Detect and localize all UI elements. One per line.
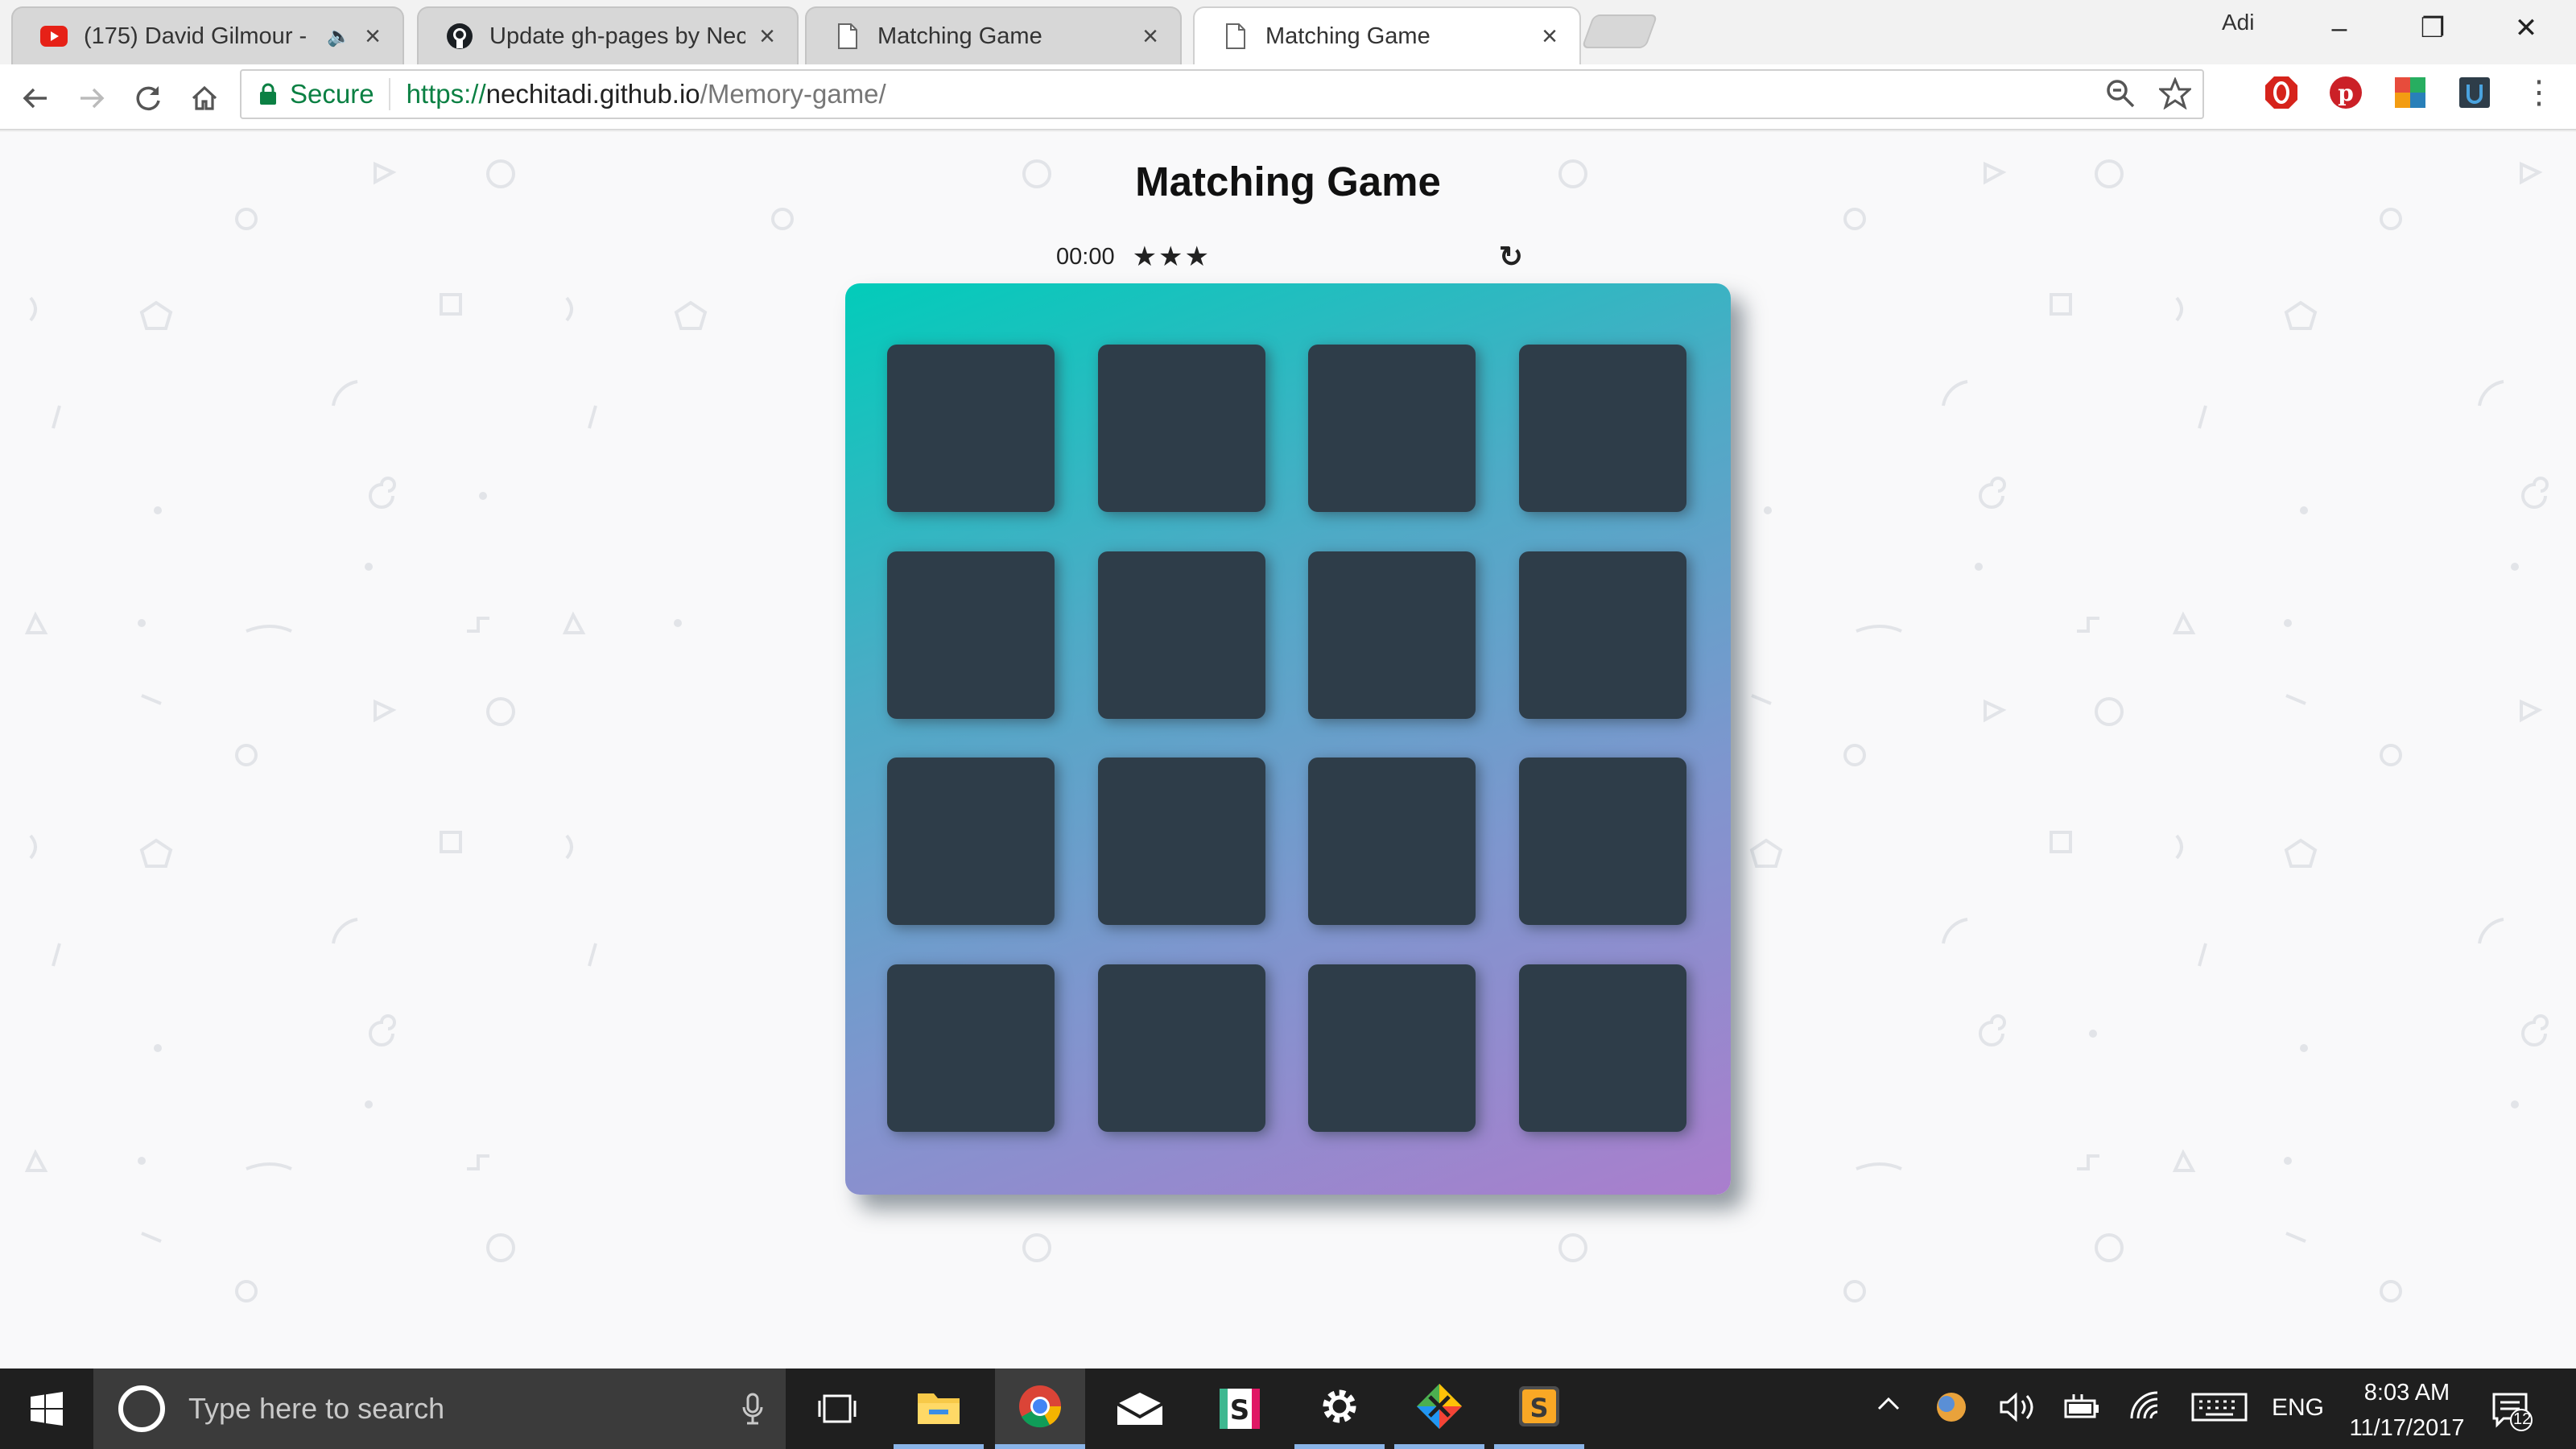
task-view-icon[interactable]: [792, 1368, 882, 1449]
card[interactable]: [1097, 758, 1265, 925]
language-indicator[interactable]: ENG: [2272, 1394, 2324, 1422]
tab-title: (175) David Gilmour -: [84, 23, 308, 49]
tab-youtube[interactable]: (175) David Gilmour - 🔈 ×: [11, 6, 404, 64]
restart-icon[interactable]: ↻: [1499, 240, 1523, 274]
card[interactable]: [887, 964, 1055, 1132]
settings-icon[interactable]: [1294, 1368, 1385, 1449]
secure-indicator[interactable]: Secure: [242, 78, 390, 110]
tab-github[interactable]: Update gh-pages by Nec ×: [417, 6, 799, 64]
document-icon: [1222, 23, 1249, 50]
url-scheme: https://: [406, 79, 486, 109]
timer: 00:00: [1056, 243, 1115, 270]
opera-adblock-icon[interactable]: [2264, 75, 2299, 110]
close-icon[interactable]: ×: [755, 21, 779, 52]
card[interactable]: [1308, 758, 1476, 925]
forward-arrow-icon[interactable]: [69, 76, 114, 121]
tab-matching-game-active[interactable]: Matching Game ×: [1193, 6, 1581, 64]
keyboard-icon[interactable]: [2191, 1391, 2248, 1430]
wifi-icon[interactable]: [2128, 1391, 2164, 1430]
youtube-icon: [40, 23, 68, 50]
reload-icon[interactable]: [126, 76, 171, 121]
card[interactable]: [1308, 345, 1476, 512]
card[interactable]: [1518, 551, 1686, 719]
volume-icon[interactable]: [2000, 1391, 2037, 1430]
profile-name[interactable]: Adi: [2222, 10, 2254, 35]
address-bar[interactable]: Secure https://nechitadi.github.io/Memor…: [240, 69, 2204, 119]
document-icon: [834, 23, 861, 50]
secure-label: Secure: [290, 79, 374, 109]
notification-count: 12: [2513, 1410, 2532, 1428]
zoom-icon[interactable]: [2104, 77, 2136, 117]
card[interactable]: [1308, 551, 1476, 719]
card[interactable]: [887, 345, 1055, 512]
url-text[interactable]: https://nechitadi.github.io/Memory-game/: [390, 79, 886, 109]
browser-tab-strip: (175) David Gilmour - 🔈 × Update gh-page…: [0, 0, 2576, 64]
card[interactable]: [1518, 758, 1686, 925]
close-window-button[interactable]: ✕: [2479, 0, 2573, 56]
extension-icon[interactable]: [2457, 75, 2492, 110]
card[interactable]: [1097, 964, 1265, 1132]
notification-center-icon[interactable]: 12: [2492, 1391, 2533, 1438]
card-deck: [845, 283, 1731, 1195]
url-path: /Memory-game/: [700, 79, 886, 109]
windows-taskbar: Type here to search S S ENG 8:03 AM 11/1…: [0, 1368, 2576, 1449]
card[interactable]: [1518, 345, 1686, 512]
gitkraken-icon[interactable]: [1394, 1368, 1484, 1449]
page-title: Matching Game: [1135, 159, 1441, 204]
restore-button[interactable]: ❐: [2386, 0, 2479, 56]
lock-icon: [259, 83, 277, 105]
clock-time: 8:03 AM: [2363, 1380, 2450, 1406]
home-icon[interactable]: [182, 76, 227, 121]
bookmark-star-icon[interactable]: [2157, 76, 2193, 117]
pinterest-icon[interactable]: p: [2328, 75, 2363, 110]
minimize-button[interactable]: –: [2293, 0, 2386, 56]
tab-title: Update gh-pages by Nec: [489, 23, 745, 49]
close-icon[interactable]: ×: [1538, 21, 1562, 52]
new-tab-button[interactable]: [1581, 14, 1658, 48]
svg-text:p: p: [2338, 80, 2354, 106]
taskbar-clock[interactable]: 8:03 AM 11/17/2017: [2318, 1375, 2496, 1446]
search-placeholder: Type here to search: [188, 1392, 445, 1425]
menu-kebab-icon[interactable]: ⋮: [2521, 75, 2557, 110]
url-host: nechitadi.github.io: [485, 79, 700, 109]
star-rating: ★★★: [1132, 242, 1212, 272]
card[interactable]: [1097, 345, 1265, 512]
speaker-icon[interactable]: 🔈: [327, 25, 351, 48]
card[interactable]: [1097, 551, 1265, 719]
clock-date: 11/17/2017: [2349, 1415, 2465, 1441]
back-arrow-icon[interactable]: [13, 76, 58, 121]
cortana-icon: [116, 1383, 167, 1435]
tab-title: Matching Game: [877, 23, 1042, 49]
windows-start-icon[interactable]: [0, 1368, 93, 1449]
card[interactable]: [1308, 964, 1476, 1132]
score-panel: 00:00 ★★★ ↻: [1056, 237, 1523, 277]
close-icon[interactable]: ×: [1138, 21, 1162, 52]
card[interactable]: [1518, 964, 1686, 1132]
tab-title: Matching Game: [1265, 23, 1430, 49]
tab-matching-game[interactable]: Matching Game ×: [805, 6, 1182, 64]
battery-icon[interactable]: [2064, 1393, 2101, 1428]
file-explorer-icon[interactable]: [894, 1368, 984, 1449]
github-icon: [446, 23, 473, 50]
sublime-text-icon[interactable]: S: [1494, 1368, 1584, 1449]
slack-icon[interactable]: S: [1195, 1368, 1285, 1449]
microphone-icon[interactable]: [742, 1393, 763, 1425]
mail-icon[interactable]: [1095, 1368, 1185, 1449]
taskbar-search[interactable]: Type here to search: [93, 1368, 786, 1449]
colorpick-icon[interactable]: [2392, 75, 2428, 110]
svg-text:S: S: [1530, 1393, 1548, 1423]
card[interactable]: [887, 758, 1055, 925]
chrome-icon[interactable]: [995, 1368, 1085, 1449]
card[interactable]: [887, 551, 1055, 719]
svg-text:S: S: [1230, 1394, 1250, 1426]
chevron-up-icon[interactable]: [1874, 1389, 1903, 1425]
weather-icon[interactable]: [1935, 1391, 1967, 1430]
close-icon[interactable]: ×: [361, 21, 385, 52]
page-content: Matching Game 00:00 ★★★ ↻: [0, 132, 2576, 1368]
